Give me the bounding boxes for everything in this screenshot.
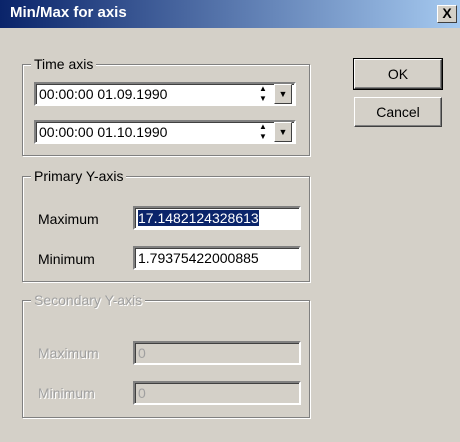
primary-min-field[interactable]: 1.79375422000885 xyxy=(133,246,301,270)
min-max-dialog: Min/Max for axis X Time axis 00:00:00 01… xyxy=(0,0,460,442)
time-axis-legend: Time axis xyxy=(31,56,97,72)
time-end-dropdown-button[interactable]: ▼ xyxy=(274,122,292,142)
primary-max-label: Maximum xyxy=(38,211,99,227)
primary-y-axis-group: Primary Y-axis Maximum 17.1482124328613 … xyxy=(22,168,310,282)
secondary-min-value: 0 xyxy=(138,385,146,401)
primary-max-value: 17.1482124328613 xyxy=(138,210,259,226)
chevron-down-icon: ▼ xyxy=(278,127,288,137)
cancel-button[interactable]: Cancel xyxy=(354,97,442,127)
ok-button[interactable]: OK xyxy=(353,58,443,90)
spin-up-icon[interactable]: ▲ xyxy=(254,122,272,132)
primary-max-field[interactable]: 17.1482124328613 xyxy=(133,206,301,230)
primary-min-value: 1.79375422000885 xyxy=(138,250,259,266)
time-end-field[interactable]: 00:00:00 01.10.1990 ▲ ▼ ▼ xyxy=(34,120,296,144)
dialog-title: Min/Max for axis xyxy=(10,4,127,21)
spin-down-icon[interactable]: ▼ xyxy=(254,132,272,142)
time-end-value: 00:00:00 01.10.1990 xyxy=(39,124,168,140)
secondary-y-axis-group: Secondary Y-axis Maximum 0 Minimum 0 xyxy=(22,292,310,418)
secondary-max-field: 0 xyxy=(133,341,301,365)
time-start-field[interactable]: 00:00:00 01.09.1990 ▲ ▼ ▼ xyxy=(34,82,296,106)
title-bar[interactable]: Min/Max for axis X xyxy=(0,0,460,28)
primary-min-label: Minimum xyxy=(38,251,95,267)
time-axis-group: Time axis 00:00:00 01.09.1990 ▲ ▼ ▼ 00:0… xyxy=(22,56,310,156)
close-button[interactable]: X xyxy=(437,5,457,23)
secondary-max-value: 0 xyxy=(138,345,146,361)
time-start-dropdown-button[interactable]: ▼ xyxy=(274,84,292,104)
primary-y-axis-legend: Primary Y-axis xyxy=(31,168,127,184)
secondary-max-label: Maximum xyxy=(38,345,99,361)
secondary-min-field: 0 xyxy=(133,381,301,405)
chevron-down-icon: ▼ xyxy=(278,89,288,99)
time-start-value: 00:00:00 01.09.1990 xyxy=(39,86,168,102)
spin-up-icon[interactable]: ▲ xyxy=(254,84,272,94)
secondary-y-axis-legend: Secondary Y-axis xyxy=(31,292,146,308)
time-start-spinner[interactable]: ▲ ▼ xyxy=(254,84,272,104)
spin-down-icon[interactable]: ▼ xyxy=(254,94,272,104)
secondary-min-label: Minimum xyxy=(38,385,95,401)
time-end-spinner[interactable]: ▲ ▼ xyxy=(254,122,272,142)
